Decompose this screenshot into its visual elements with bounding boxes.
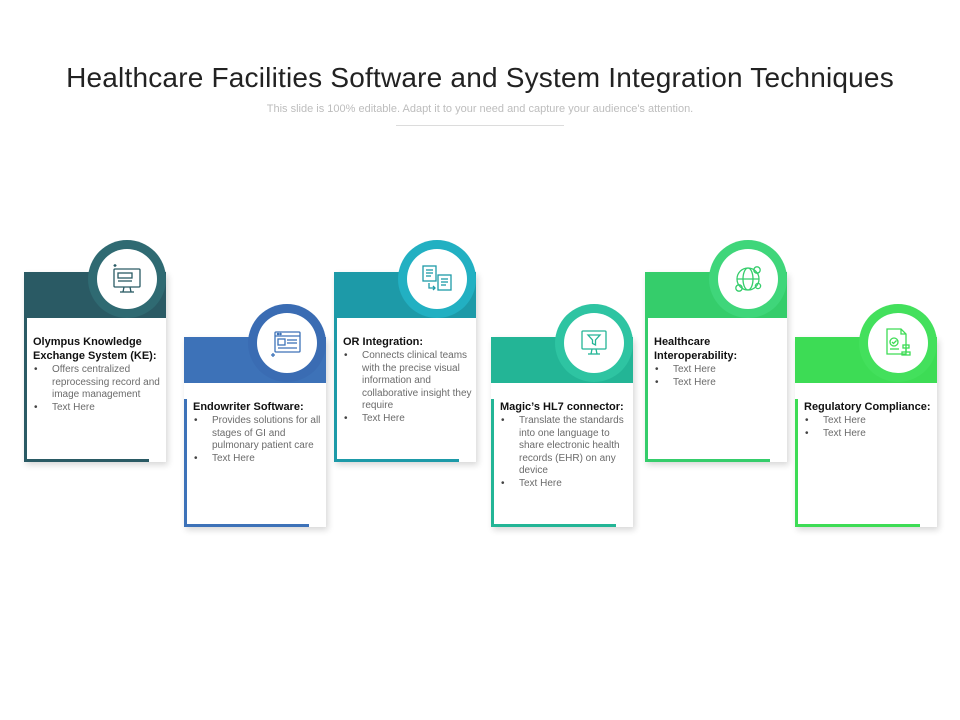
card-accent-left	[24, 318, 27, 462]
card-content: Olympus Knowledge Exchange System (KE): …	[33, 335, 164, 414]
card-bullets: Text Here Text Here	[654, 364, 785, 389]
card-title: Magic’s HL7 connector:	[500, 401, 624, 413]
card-accent-bottom	[334, 459, 459, 462]
icon-ring	[859, 304, 937, 382]
card-bullets: Translate the standards into one languag…	[500, 415, 631, 490]
list-item: Text Here	[804, 428, 935, 441]
icon-ring	[398, 240, 476, 318]
icon-badge	[97, 249, 157, 309]
icon-ring	[88, 240, 166, 318]
card-title: OR Integration:	[343, 336, 424, 348]
card-accent-bottom	[24, 459, 149, 462]
card-accent-bottom	[645, 459, 770, 462]
card-content: Regulatory Compliance: Text Here Text He…	[804, 400, 935, 440]
list-item: Text Here	[193, 453, 324, 466]
card-bullets: Connects clinical teams with the precise…	[343, 350, 474, 425]
card-content: Magic’s HL7 connector: Translate the sta…	[500, 400, 631, 490]
card-content: Healthcare Interoperability: Text Here T…	[654, 335, 785, 389]
monitor-icon	[113, 264, 141, 293]
card-accent-left	[491, 399, 494, 527]
card-bullets: Offers centralized reprocessing record a…	[33, 364, 164, 414]
browser-window-icon	[271, 331, 301, 357]
certificate-stamp-icon	[886, 328, 911, 356]
card-bullets: Provides solutions for all stages of GI …	[193, 415, 324, 465]
list-item: Translate the standards into one languag…	[500, 415, 631, 478]
list-item: Offers centralized reprocessing record a…	[33, 364, 164, 402]
card-title: Endowriter Software:	[193, 401, 304, 413]
icon-badge	[407, 249, 467, 309]
list-item: Connects clinical teams with the precise…	[343, 350, 474, 413]
icon-badge	[257, 313, 317, 373]
list-item: Text Here	[654, 377, 785, 390]
card-content: OR Integration: Connects clinical teams …	[343, 335, 474, 425]
list-item: Text Here	[804, 415, 935, 428]
card-accent-left	[645, 318, 648, 462]
card-title: Olympus Knowledge Exchange System (KE):	[33, 336, 157, 362]
card-accent-bottom	[795, 524, 920, 527]
slide-title: Healthcare Facilities Software and Syste…	[66, 62, 894, 93]
card-accent-bottom	[491, 524, 616, 527]
list-item: Provides solutions for all stages of GI …	[193, 415, 324, 453]
icon-badge	[564, 313, 624, 373]
card-title: Healthcare Interoperability:	[654, 336, 738, 362]
list-item: Text Here	[654, 364, 785, 377]
card-title: Regulatory Compliance:	[804, 401, 931, 413]
list-item: Text Here	[500, 478, 631, 491]
card-content: Endowriter Software: Provides solutions …	[193, 400, 324, 465]
icon-ring	[709, 240, 787, 318]
card-accent-left	[795, 399, 798, 527]
icon-ring	[248, 304, 326, 382]
list-item: Text Here	[33, 402, 164, 415]
global-network-icon	[735, 266, 762, 292]
slide-subtitle: This slide is 100% editable. Adapt it to…	[266, 103, 694, 115]
document-transfer-icon	[422, 265, 452, 291]
icon-ring	[555, 304, 633, 382]
list-item: Text Here	[343, 413, 474, 426]
icon-badge	[718, 249, 778, 309]
card-accent-left	[184, 399, 187, 527]
icon-badge	[868, 313, 928, 373]
title-divider	[396, 125, 564, 126]
computer-filter-icon	[581, 330, 607, 355]
card-bullets: Text Here Text Here	[804, 415, 935, 440]
card-accent-bottom	[184, 524, 309, 527]
card-accent-left	[334, 318, 337, 462]
